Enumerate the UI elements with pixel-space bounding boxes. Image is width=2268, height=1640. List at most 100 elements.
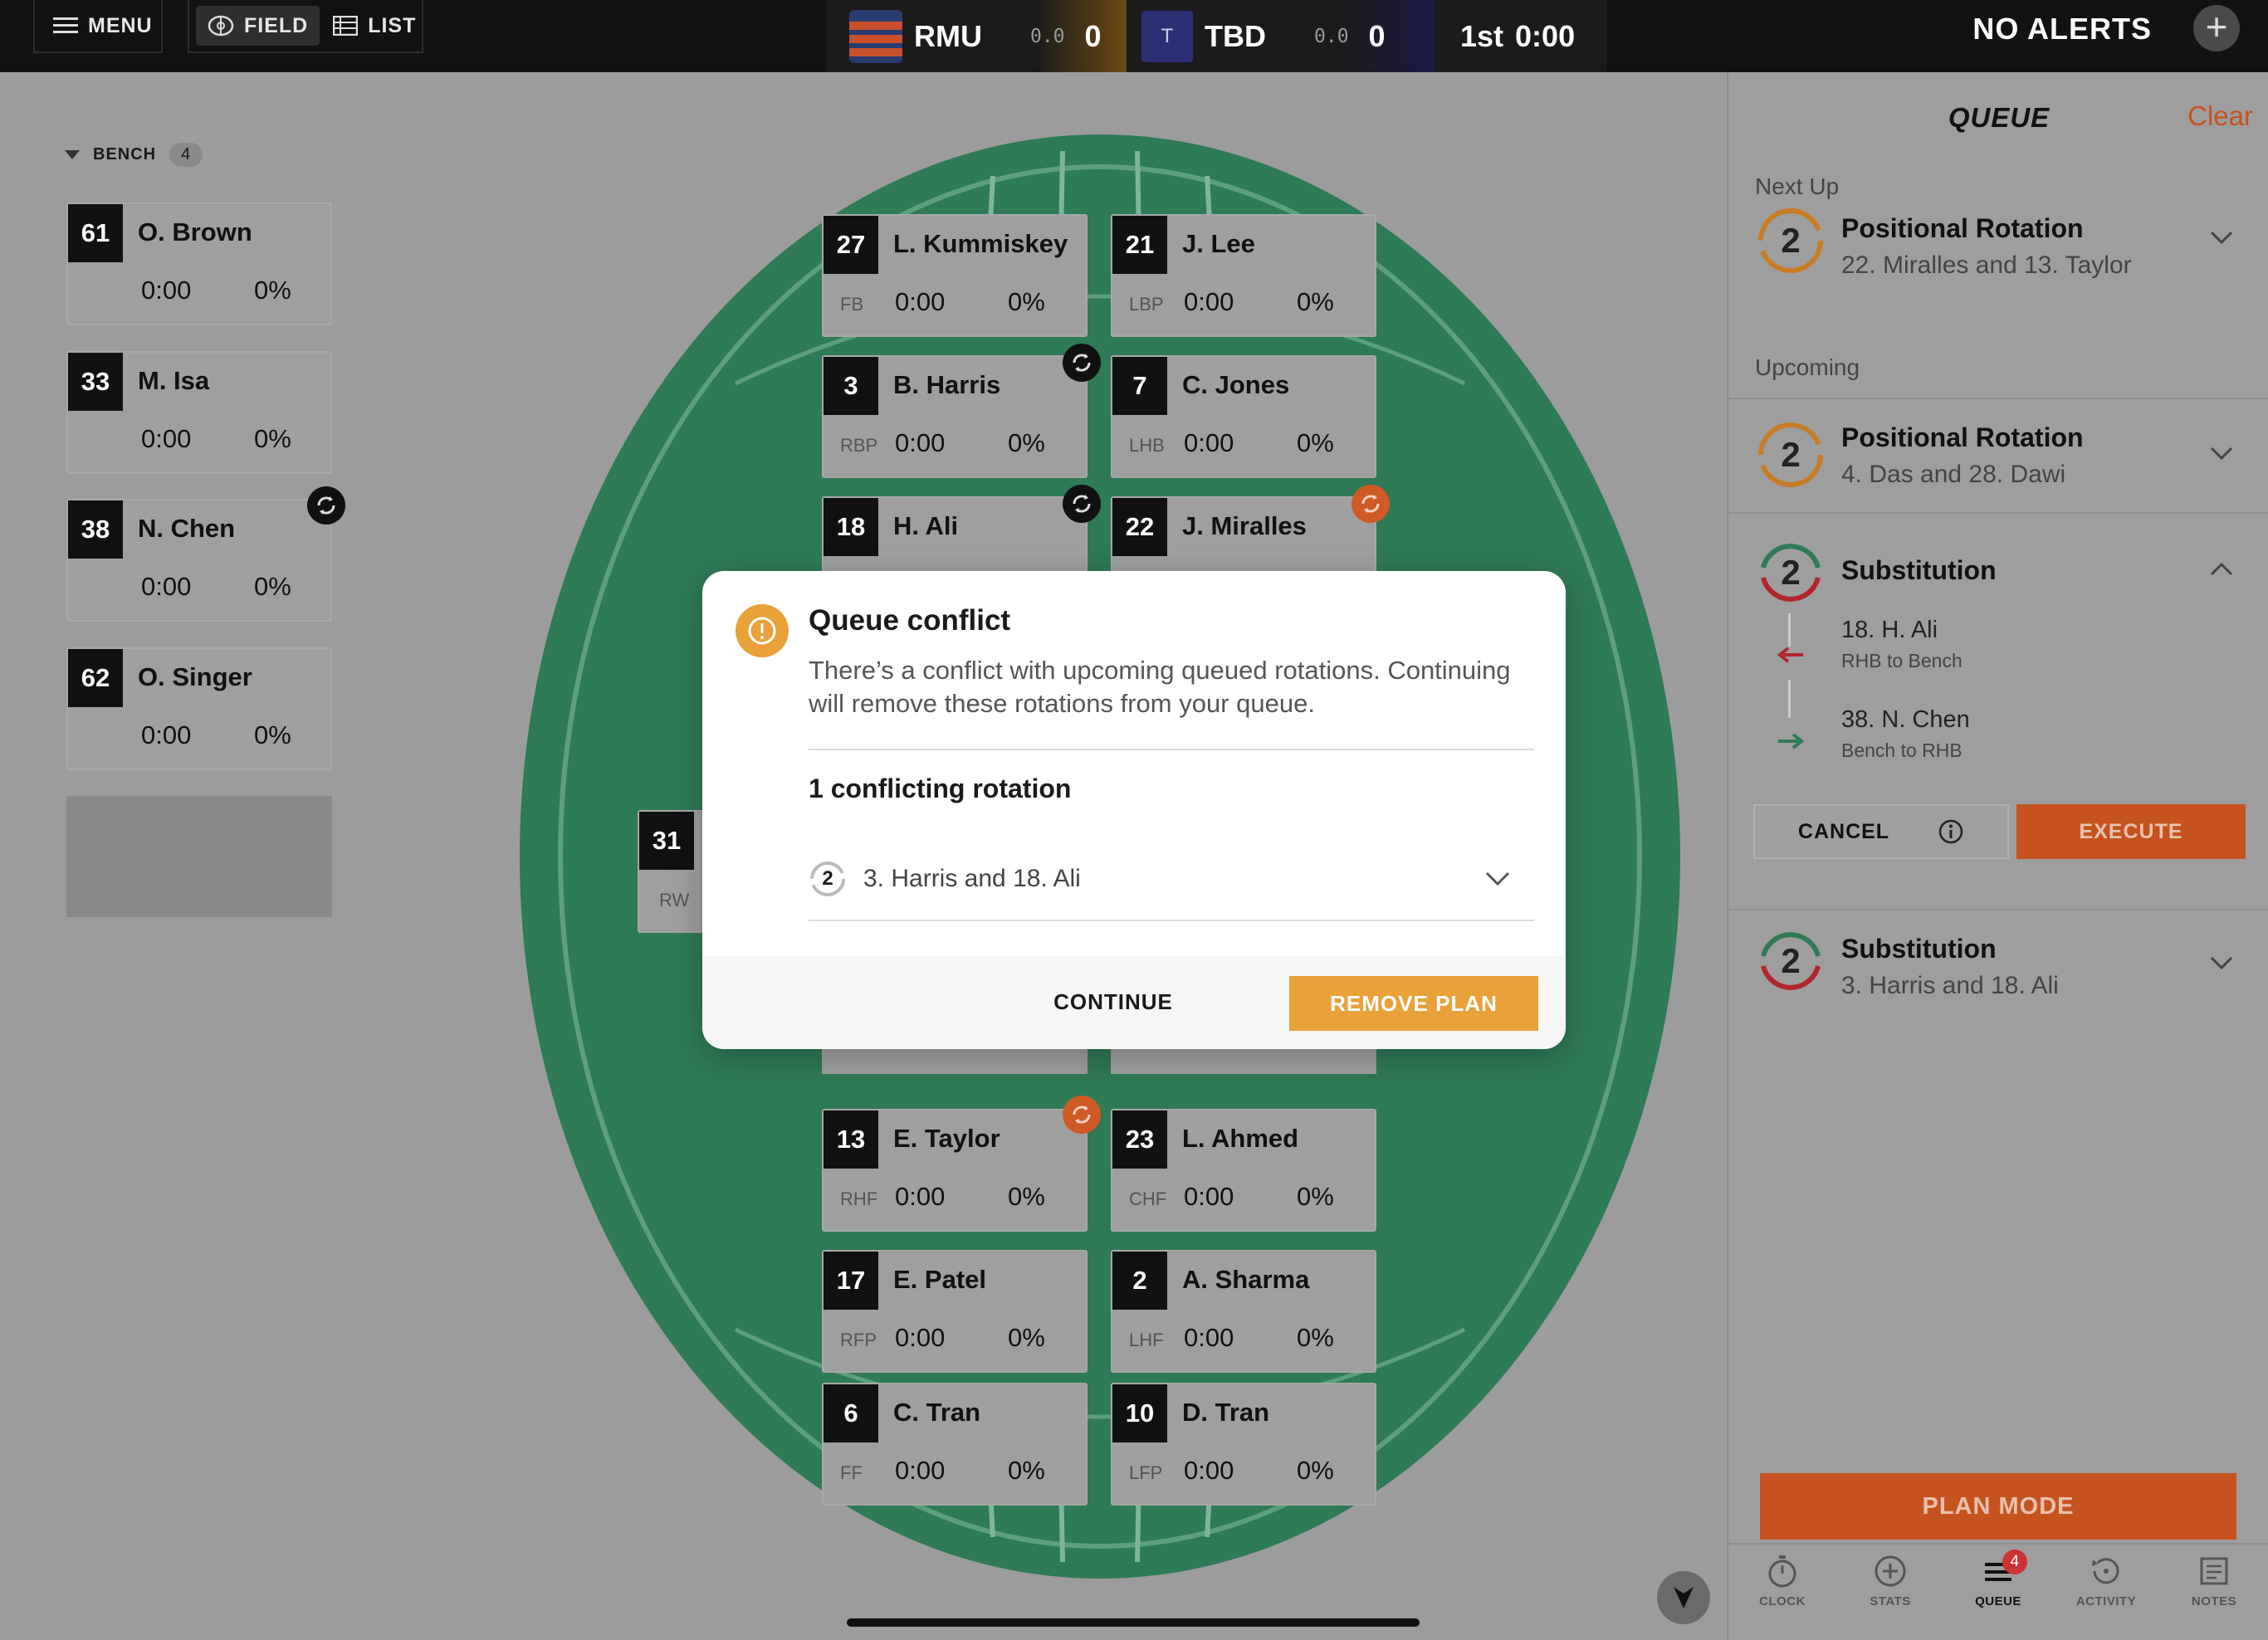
- bench-label: BENCH: [93, 145, 157, 164]
- dialog-message: There’s a conflict with upcoming queued …: [809, 656, 1511, 718]
- field-player-card[interactable]: 13 E. Taylor RHF 0:00 0%: [822, 1109, 1088, 1232]
- rotation-icon[interactable]: [307, 486, 345, 525]
- home-team-name: RMU: [914, 18, 982, 53]
- rotation-badge-count: 2: [1781, 435, 1801, 474]
- tab-label: ACTIVITY: [2075, 1594, 2137, 1608]
- rotation-icon[interactable]: [1063, 485, 1101, 523]
- warning-icon: [736, 604, 789, 657]
- add-button[interactable]: +: [2193, 5, 2240, 51]
- bench-player-card[interactable]: 38 N. Chen 0:00 0%: [66, 499, 332, 622]
- field-view-button[interactable]: FIELD: [196, 6, 320, 46]
- field-player-card[interactable]: 3 B. Harris RBP 0:00 0%: [822, 355, 1088, 478]
- field-player-card[interactable]: 2 A. Sharma LHF 0:00 0%: [1111, 1250, 1376, 1373]
- field-player-card[interactable]: 21 J. Lee LBP 0:00 0%: [1111, 214, 1376, 337]
- rotation-icon[interactable]: [1063, 344, 1101, 382]
- chevron-down-icon[interactable]: [1484, 871, 1511, 887]
- plan-mode-button[interactable]: PLAN MODE: [1760, 1473, 2236, 1540]
- player-time: 0:00: [895, 428, 946, 457]
- away-team-behinds: 0.0: [1314, 25, 1349, 47]
- bench-player-card[interactable]: 61 O. Brown 0:00 0%: [66, 203, 332, 325]
- field-player-card[interactable]: 7 C. Jones LHB 0:00 0%: [1111, 355, 1376, 478]
- queue-item-subtitle: 22. Miralles and 13. Taylor: [1841, 251, 2132, 279]
- player-time: 0:00: [1184, 428, 1234, 457]
- bench-empty-slot[interactable]: [66, 796, 332, 917]
- remove-plan-button[interactable]: REMOVE PLAN: [1289, 976, 1538, 1031]
- tab-clock[interactable]: CLOCK: [1728, 1553, 1836, 1608]
- tab-queue[interactable]: 4 QUEUE: [1944, 1550, 2052, 1608]
- player-percent: 0%: [254, 424, 291, 453]
- player-name: L. Kummiskey: [893, 229, 1068, 258]
- field-player-card[interactable]: 23 L. Ahmed CHF 0:00 0%: [1111, 1109, 1376, 1232]
- player-name: E. Taylor: [893, 1124, 1000, 1153]
- cancel-button[interactable]: CANCEL: [1753, 804, 2009, 859]
- queue-item-upcoming-expanded[interactable]: 2 Substitution 18. H. Ali RHB to Bench 3…: [1728, 514, 2268, 910]
- player-percent: 0%: [1297, 1182, 1334, 1211]
- player-position: FB: [840, 294, 864, 315]
- conflict-rotation-item[interactable]: 2 3. Harris and 18. Ali: [809, 845, 1534, 913]
- sub-on-desc: Bench to RHB: [1841, 739, 1963, 761]
- queue-item-upcoming[interactable]: 2 Substitution 3. Harris and 18. Ali: [1728, 910, 2268, 1027]
- arrow-down-icon: [1674, 1587, 1694, 1608]
- player-position: RW: [659, 890, 690, 910]
- rotation-icon[interactable]: [1352, 485, 1390, 523]
- field-player-card[interactable]: 31 RW: [638, 810, 704, 933]
- chevron-up-icon[interactable]: [2210, 562, 2233, 577]
- list-view-button[interactable]: LIST: [333, 14, 416, 38]
- field-player-card[interactable]: 17 E. Patel RFP 0:00 0%: [822, 1250, 1088, 1373]
- field-player-card[interactable]: 6 C. Tran FF 0:00 0%: [822, 1383, 1088, 1506]
- bench-player-card[interactable]: 62 O. Singer 0:00 0%: [66, 647, 332, 770]
- player-position: LBP: [1129, 294, 1164, 315]
- chevron-down-icon[interactable]: [2210, 955, 2233, 970]
- home-team-score: 0: [1084, 18, 1102, 53]
- alerts-status[interactable]: NO ALERTS: [1972, 12, 2152, 46]
- player-time: 0:00: [895, 1323, 946, 1352]
- caret-down-icon: [65, 150, 80, 159]
- next-up-label: Next Up: [1755, 173, 1840, 199]
- field-player-card[interactable]: 27 L. Kummiskey FB 0:00 0%: [822, 214, 1088, 337]
- player-number: 10: [1112, 1384, 1167, 1442]
- sub-off-desc: RHB to Bench: [1841, 650, 1963, 671]
- divider: [809, 920, 1534, 921]
- queue-count-badge: 4: [2002, 1550, 2027, 1574]
- queue-item-title: Positional Rotation: [1841, 213, 2084, 243]
- tab-activity[interactable]: ACTIVITY: [2052, 1553, 2160, 1608]
- notes-icon: [2200, 1557, 2228, 1585]
- sub-connector: [1788, 613, 1791, 647]
- player-name: N. Chen: [138, 514, 236, 543]
- bench-header[interactable]: BENCH 4: [65, 143, 203, 167]
- player-time: 0:00: [1184, 1456, 1234, 1485]
- field-player-card-partial[interactable]: [1111, 1046, 1376, 1074]
- queue-item-subtitle: 4. Das and 28. Dawi: [1841, 461, 2066, 488]
- chevron-down-icon[interactable]: [2210, 230, 2233, 245]
- player-name: O. Brown: [138, 217, 252, 246]
- home-indicator[interactable]: [847, 1618, 1420, 1627]
- plus-circle-icon: [1875, 1555, 1906, 1587]
- execute-button[interactable]: EXECUTE: [2016, 804, 2246, 859]
- view-toggle: FIELD LIST: [188, 0, 423, 53]
- field-label: FIELD: [244, 13, 309, 37]
- clear-queue-button[interactable]: Clear: [2187, 100, 2253, 132]
- player-name: C. Tran: [893, 1398, 981, 1427]
- tab-stats[interactable]: STATS: [1836, 1553, 1944, 1608]
- tab-notes[interactable]: NOTES: [2160, 1553, 2268, 1608]
- conflict-item-label: 3. Harris and 18. Ali: [863, 865, 1081, 892]
- stopwatch-icon: [1768, 1555, 1796, 1588]
- continue-button[interactable]: CONTINUE: [985, 974, 1242, 1029]
- scroll-down-button[interactable]: [1657, 1571, 1710, 1624]
- field-player-card-partial[interactable]: [822, 1046, 1088, 1074]
- chevron-down-icon[interactable]: [2210, 446, 2233, 461]
- info-icon[interactable]: [1938, 818, 1964, 845]
- player-position: RHF: [840, 1189, 878, 1209]
- rotation-icon[interactable]: [1063, 1096, 1101, 1134]
- bench-player-card[interactable]: 33 M. Isa 0:00 0%: [66, 351, 332, 474]
- player-position: FF: [840, 1462, 863, 1483]
- queue-item-upcoming[interactable]: 2 Positional Rotation 4. Das and 28. Daw…: [1728, 398, 2268, 514]
- player-number: 3: [824, 357, 878, 415]
- substitution-badge: 2: [1757, 927, 1825, 995]
- rotation-badge: 2: [809, 860, 847, 898]
- field-player-card[interactable]: 10 D. Tran LFP 0:00 0%: [1111, 1383, 1376, 1506]
- player-percent: 0%: [1297, 1456, 1334, 1485]
- game-clock[interactable]: 1st 0:00: [1434, 0, 1575, 72]
- queue-item-next[interactable]: 2 Positional Rotation 22. Miralles and 1…: [1728, 205, 2268, 305]
- menu-button[interactable]: MENU: [33, 0, 163, 53]
